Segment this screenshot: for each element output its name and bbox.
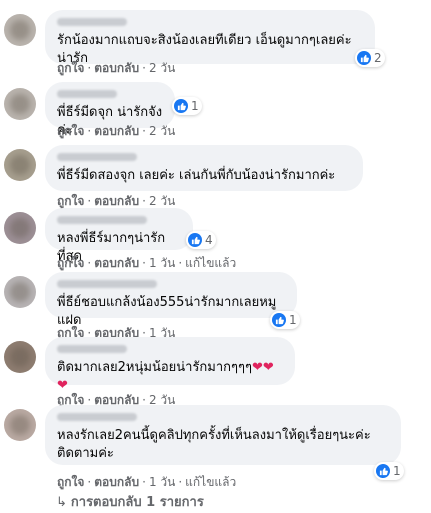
avatar[interactable] — [4, 212, 36, 244]
reply-link[interactable]: ตอบกลับ — [94, 475, 139, 489]
reaction-number: 2 — [374, 51, 382, 65]
author-name[interactable] — [57, 345, 127, 353]
comment-bubble: หลงพี่ธีร์มากๆน่ารักที่สุด — [45, 208, 193, 264]
reply-arrow-icon: ↳ — [56, 495, 67, 510]
reply-link[interactable]: ตอบกลับ — [94, 256, 139, 270]
avatar[interactable] — [4, 149, 36, 181]
comment-text: หลงรักเลย2คนนี้ดูคลิปทุกครั้งที่เห็นลงมา… — [57, 428, 371, 461]
comment-actions: ถูกใจ · ตอบกลับ · 2 วัน — [57, 124, 176, 138]
reaction-number: 1 — [191, 99, 199, 113]
avatar[interactable] — [4, 14, 36, 46]
comment-actions: ถูกใจ · ตอบกลับ · 1 วัน · แก้ไขแล้ว — [57, 256, 237, 270]
comment-bubble: พี่ธีย์ชอบแกล้งน้อง555น่ารักมากเลยหมูแฝด — [45, 272, 297, 328]
reply-link[interactable]: ตอบกลับ — [94, 124, 139, 138]
like-icon — [272, 313, 286, 327]
like-link[interactable]: ถูกใจ — [57, 194, 84, 208]
timestamp[interactable]: 1 วัน — [149, 256, 175, 270]
comment-text: ติดมากเลย2หนุ่มน้อยน่ารักมากๆๆๆ❤❤❤ — [57, 359, 283, 395]
edited-label[interactable]: แก้ไขแล้ว — [185, 475, 236, 489]
reaction-count[interactable]: 1 — [270, 311, 300, 329]
like-link[interactable]: ถูกใจ — [57, 256, 84, 270]
like-icon — [174, 99, 188, 113]
author-name[interactable] — [57, 413, 137, 421]
author-name[interactable] — [57, 153, 137, 161]
author-name[interactable] — [57, 18, 127, 26]
reply-link[interactable]: ตอบกลับ — [94, 194, 139, 208]
view-replies-link[interactable]: ↳ การตอบกลับ 1 รายการ — [56, 491, 204, 512]
author-name[interactable] — [57, 280, 157, 288]
comment-actions: ถูกใจ · ตอบกลับ · 1 วัน · แก้ไขแล้ว — [57, 475, 237, 489]
comment-actions: ถูกใจ · ตอบกลับ · 2 วัน — [57, 61, 176, 75]
comment-bubble: หลงรักเลย2คนนี้ดูคลิปทุกครั้งที่เห็นลงมา… — [45, 405, 401, 465]
reaction-number: 1 — [393, 464, 401, 478]
like-icon — [357, 51, 371, 65]
reaction-count[interactable]: 1 — [374, 462, 404, 480]
timestamp[interactable]: 2 วัน — [149, 194, 175, 208]
comment-text: พี่ธีร์มีดสองจุก เลยค่ะ เล่นกันพี่กับน้อ… — [57, 168, 336, 183]
like-link[interactable]: ถูกใจ — [57, 124, 84, 138]
reaction-number: 4 — [205, 233, 213, 247]
reaction-count[interactable]: 4 — [186, 231, 216, 249]
author-name[interactable] — [57, 90, 117, 98]
timestamp[interactable]: 1 วัน — [149, 475, 175, 489]
like-link[interactable]: ถูกใจ — [57, 475, 84, 489]
like-icon — [376, 464, 390, 478]
view-replies-label: การตอบกลับ 1 รายการ — [70, 495, 204, 510]
avatar[interactable] — [4, 409, 36, 441]
timestamp[interactable]: 2 วัน — [149, 61, 175, 75]
avatar[interactable] — [4, 341, 36, 373]
comment-bubble: รักน้องมากแถบจะสิงน้องเลยทีเดียว เอ็นดูม… — [45, 10, 375, 66]
comment-bubble: พี่ธีร์มีดสองจุก เลยค่ะ เล่นกันพี่กับน้อ… — [45, 145, 363, 191]
avatar[interactable] — [4, 276, 36, 308]
avatar[interactable] — [4, 88, 36, 120]
like-icon — [188, 233, 202, 247]
like-link[interactable]: ถูกใจ — [57, 61, 84, 75]
author-name[interactable] — [57, 216, 147, 224]
comment-text-body: ติดมากเลย2หนุ่มน้อยน่ารักมากๆๆๆ — [57, 360, 252, 375]
timestamp[interactable]: 2 วัน — [149, 124, 175, 138]
reaction-count[interactable]: 1 — [172, 97, 202, 115]
reaction-count[interactable]: 2 — [355, 49, 385, 67]
edited-label[interactable]: แก้ไขแล้ว — [185, 256, 236, 270]
reply-link[interactable]: ตอบกลับ — [94, 61, 139, 75]
comment-bubble: ติดมากเลย2หนุ่มน้อยน่ารักมากๆๆๆ❤❤❤ — [45, 337, 295, 393]
reaction-number: 1 — [289, 313, 297, 327]
